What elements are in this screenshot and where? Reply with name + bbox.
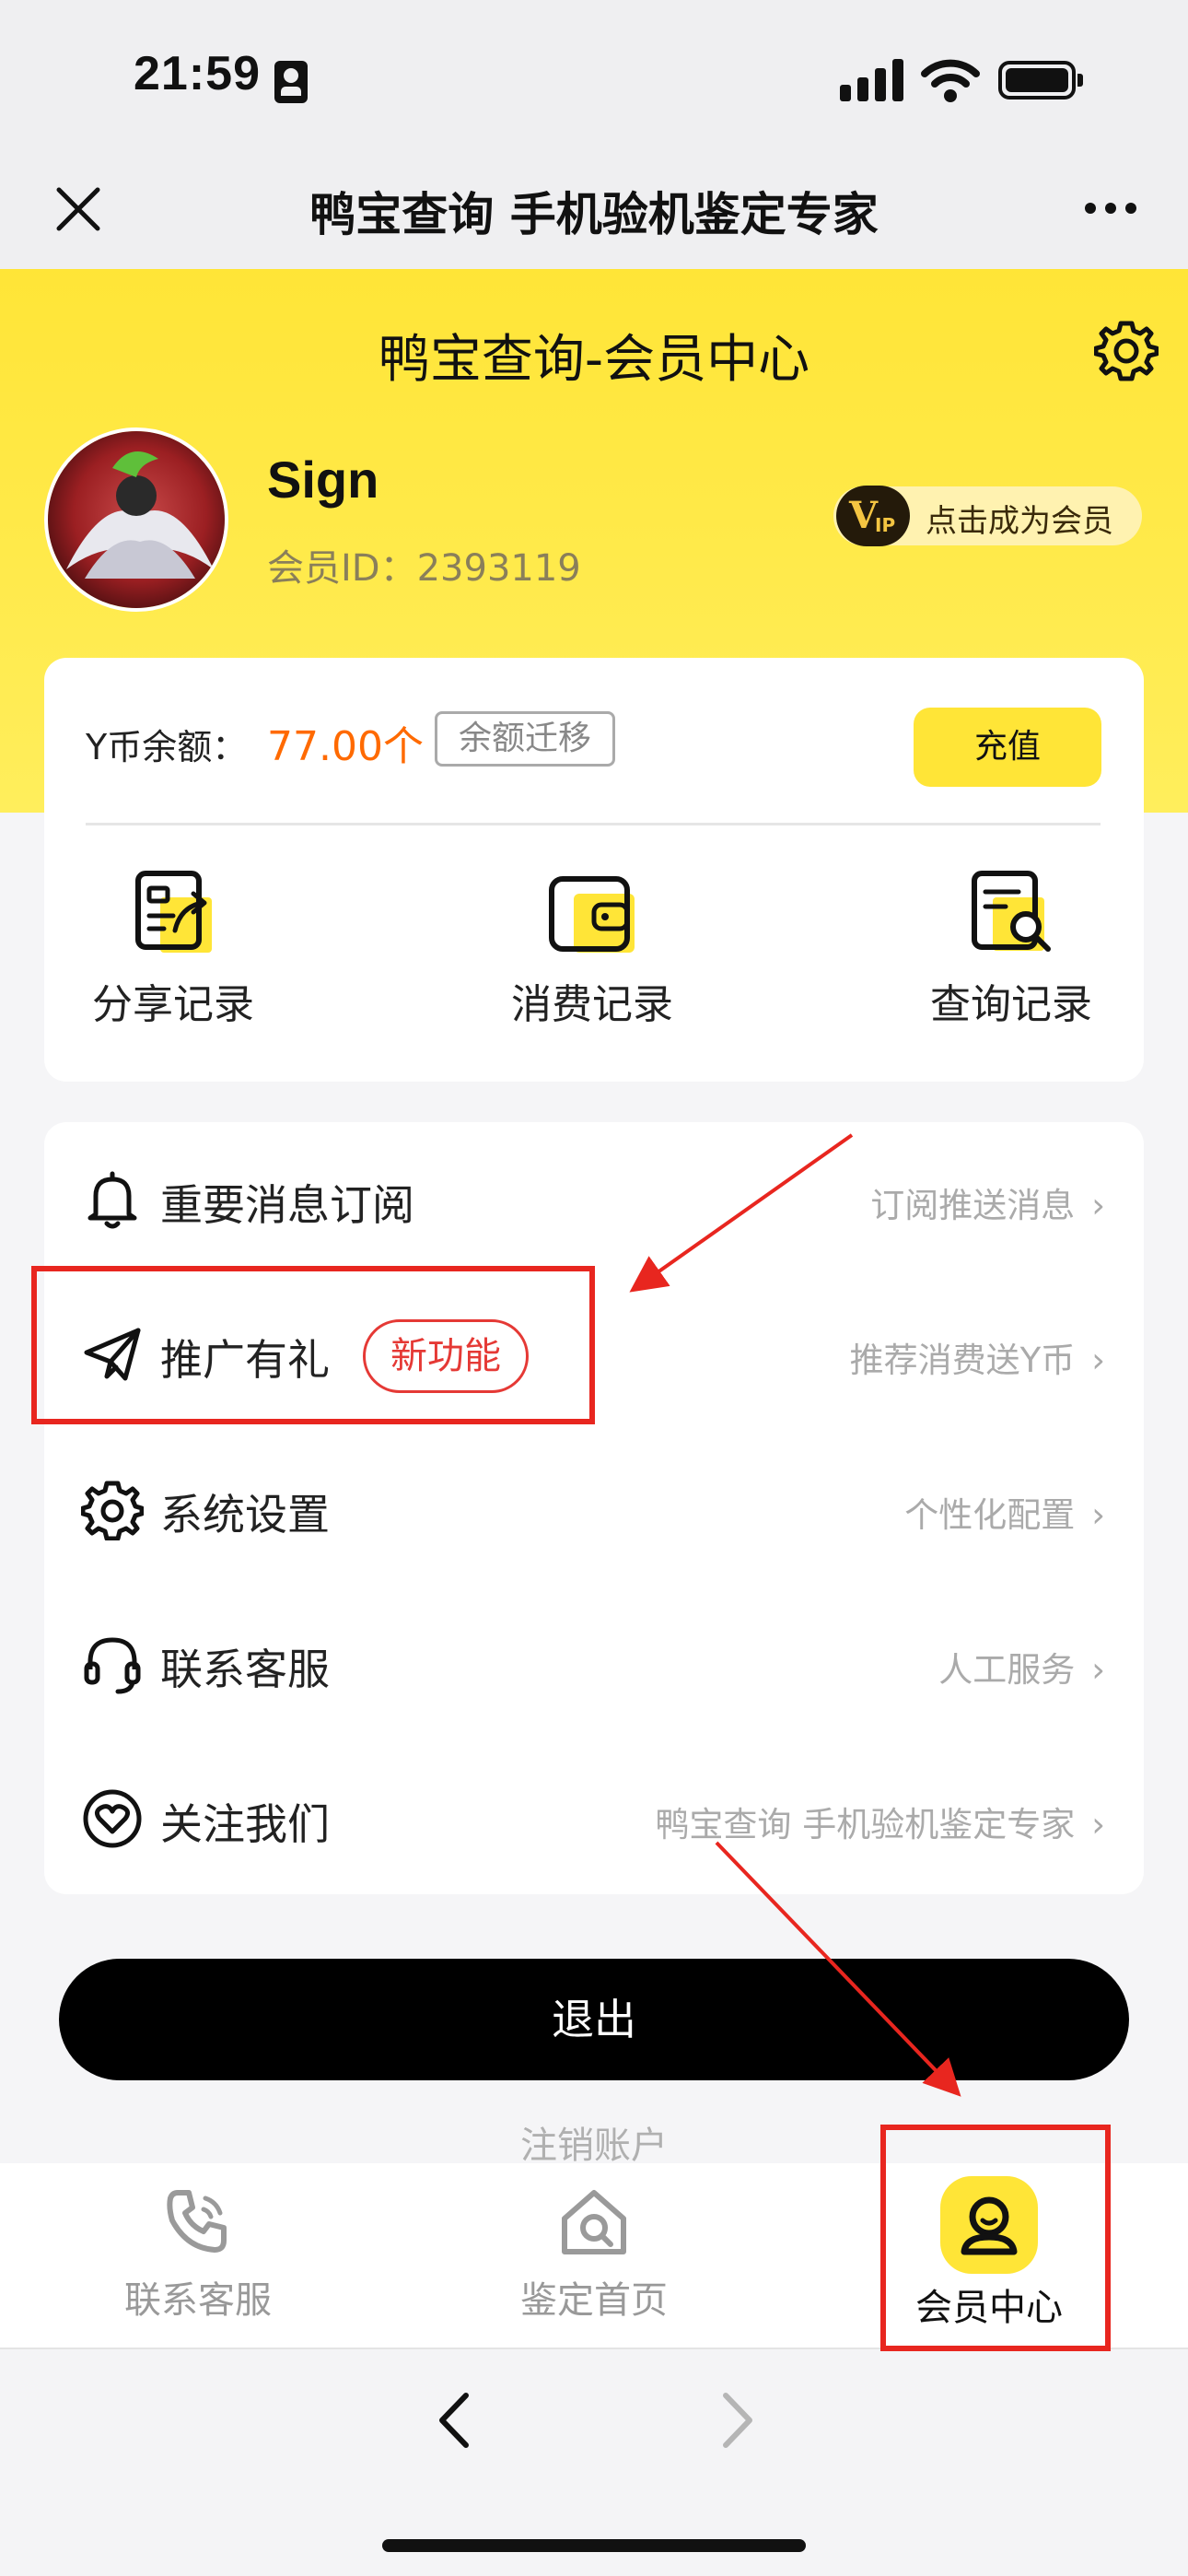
annotation-arrows	[629, 1133, 961, 2097]
